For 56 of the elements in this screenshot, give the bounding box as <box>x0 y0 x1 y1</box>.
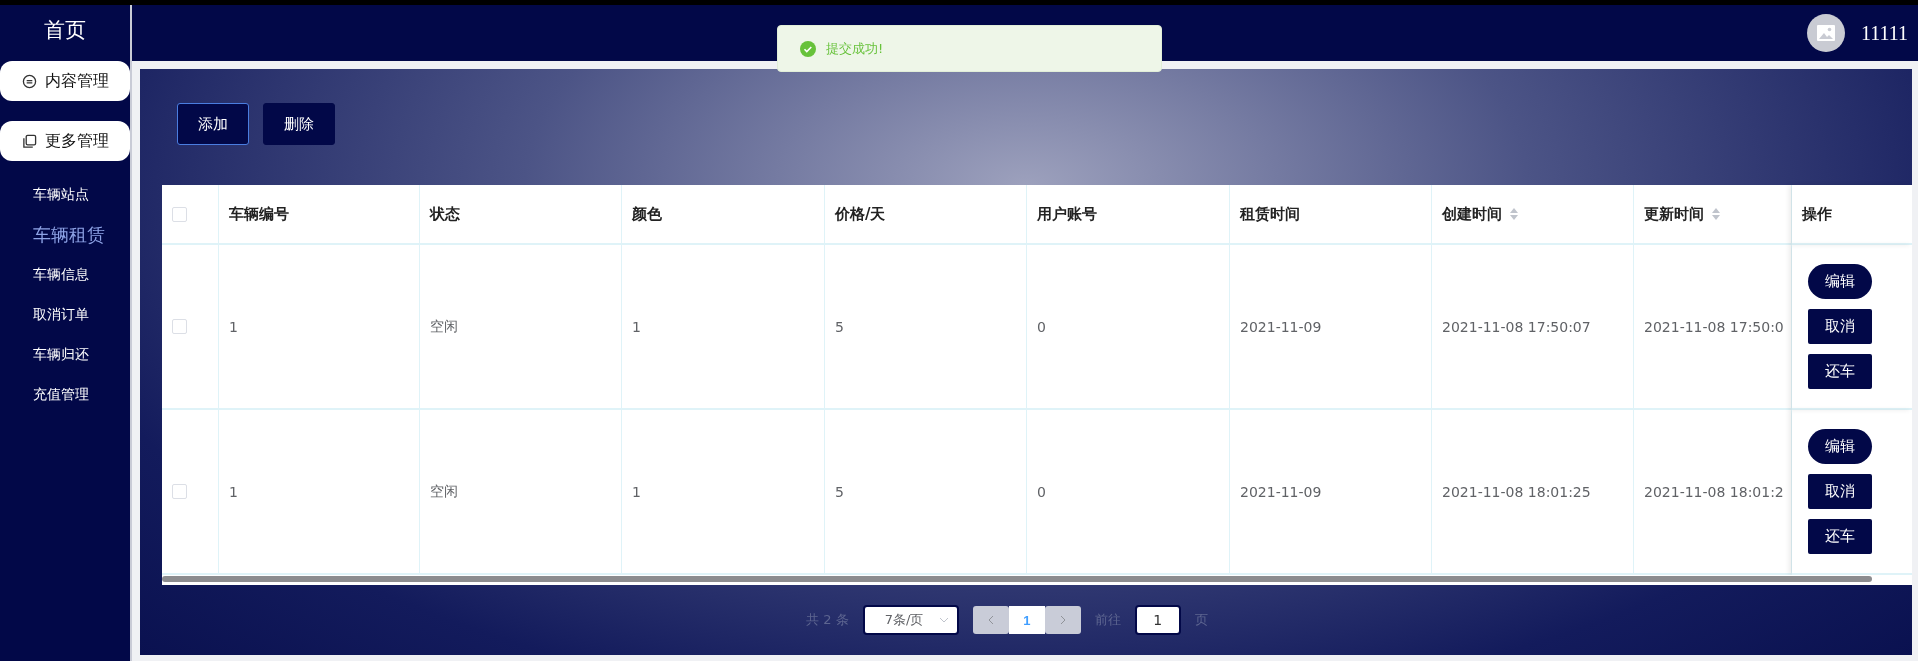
sort-icon[interactable] <box>1712 208 1720 220</box>
table-cell: 1 <box>219 245 420 410</box>
add-button[interactable]: 添加 <box>177 103 249 145</box>
action-button[interactable]: 编辑 <box>1808 264 1872 299</box>
next-page-button[interactable] <box>1044 606 1081 634</box>
username[interactable]: 11111 <box>1860 21 1908 45</box>
column-title: 状态 <box>430 204 460 224</box>
checkbox[interactable] <box>172 206 187 222</box>
scrollbar[interactable] <box>162 575 1912 585</box>
goto-page-field[interactable]: 1 <box>1134 605 1181 635</box>
column-title: 创建时间 <box>1442 204 1502 224</box>
column-title: 用户账号 <box>1037 204 1097 224</box>
column-title: 颜色 <box>632 204 662 224</box>
avatar[interactable] <box>1806 14 1845 52</box>
column-title: 更新时间 <box>1644 204 1704 224</box>
toast-message: 提交成功! <box>826 39 884 58</box>
table-cell: 2021-11-08 17:50:0 <box>1634 245 1792 410</box>
action-button[interactable]: 还车 <box>1808 354 1872 389</box>
column-header[interactable]: 更新时间 <box>1634 185 1792 245</box>
menu-group[interactable]: 更多管理 <box>0 121 130 161</box>
column-header[interactable]: 创建时间 <box>1432 185 1634 245</box>
chevron-left-icon <box>987 615 994 625</box>
menu-item[interactable]: 车辆信息 <box>0 255 89 295</box>
table-cell: 0 <box>1027 245 1230 410</box>
page-size-select[interactable]: 7条/页 <box>862 605 959 635</box>
menu-group[interactable]: 内容管理 <box>0 61 130 101</box>
column-title: 租赁时间 <box>1240 204 1300 224</box>
table-cell: 5 <box>825 245 1027 410</box>
action-button[interactable]: 取消 <box>1808 474 1872 509</box>
checkbox[interactable] <box>172 319 187 334</box>
chat-icon <box>21 73 37 89</box>
table-cell: 空闲 <box>420 245 622 410</box>
chevron-right-icon <box>1059 615 1066 625</box>
menu-item[interactable]: 充值管理 <box>0 375 89 415</box>
menu-item[interactable]: 取消订单 <box>0 295 89 335</box>
action-button[interactable]: 取消 <box>1808 309 1872 344</box>
chevron-down-icon <box>938 617 949 623</box>
check-icon <box>800 40 816 57</box>
image-icon <box>1816 25 1835 41</box>
action-button[interactable]: 编辑 <box>1808 429 1872 464</box>
menu-item[interactable]: 车辆站点 <box>0 175 89 215</box>
column-title: 车辆编号 <box>229 204 289 224</box>
delete-button[interactable]: 删除 <box>263 103 335 145</box>
menu-item[interactable]: 车辆归还 <box>0 335 89 375</box>
action-button[interactable]: 还车 <box>1808 519 1872 554</box>
sort-icon[interactable] <box>1510 208 1518 220</box>
table-cell: 1 <box>622 245 825 410</box>
menu-item[interactable]: 车辆租赁 <box>0 215 105 255</box>
checkbox[interactable] <box>172 484 187 499</box>
prev-page-button[interactable] <box>972 606 1009 634</box>
copy-icon <box>21 133 37 149</box>
sidebar-title[interactable]: 首页 <box>44 5 86 55</box>
table-cell: 2021-11-08 17:50:07 <box>1432 245 1634 410</box>
column-header: 操作 <box>1792 185 1912 245</box>
table-cell: 2021-11-09 <box>1230 245 1432 410</box>
column-title: 价格/天 <box>835 204 886 224</box>
